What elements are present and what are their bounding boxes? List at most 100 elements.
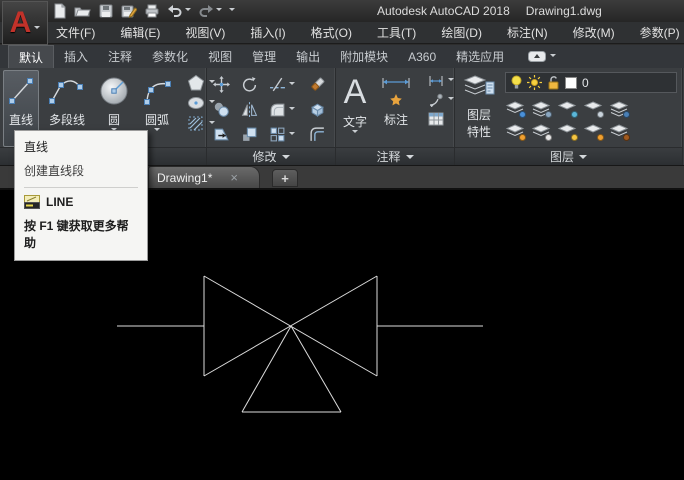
ribbon-tab-manage[interactable]: 管理 (242, 45, 286, 68)
leader-button[interactable] (428, 93, 454, 107)
ribbon-tab-parametric[interactable]: 参数化 (142, 45, 198, 68)
layer-freeze-button[interactable] (557, 101, 577, 117)
save-button[interactable] (98, 2, 114, 20)
menu-item-file[interactable]: 文件(F) (56, 24, 95, 41)
close-tab-icon[interactable]: × (230, 171, 238, 184)
ribbon-minimize-button[interactable] (528, 45, 556, 68)
fillet-dropdown-icon[interactable] (289, 107, 295, 113)
plot-button[interactable] (144, 2, 160, 20)
menu-item-tools[interactable]: 工具(T) (377, 24, 416, 41)
layer-isolate-button[interactable] (531, 101, 551, 117)
explode-button[interactable] (309, 101, 339, 118)
layer-properties-button[interactable]: 图层 特性 (459, 70, 499, 147)
new-tab-button[interactable]: + (272, 169, 298, 187)
menu-item-format[interactable]: 格式(O) (311, 24, 352, 41)
layer-unlock-icon (547, 75, 560, 90)
arc-dropdown-icon[interactable] (154, 128, 160, 134)
erase-button[interactable] (309, 76, 339, 93)
layer-match-button[interactable] (609, 124, 629, 140)
menu-item-edit[interactable]: 编辑(E) (120, 24, 160, 41)
ribbon-tab-a360[interactable]: A360 (398, 45, 446, 68)
layer-select-dropdown[interactable]: 0 (505, 72, 677, 93)
panel-strip-annotation[interactable]: 注释 (336, 147, 454, 165)
dimension-button[interactable]: 标注 (376, 70, 416, 147)
text-button[interactable]: A 文字 (340, 70, 370, 147)
rotate-button[interactable] (241, 76, 269, 93)
line-tooltip: 直线 创建直线段 LINE 按 F1 键获取更多帮助 (14, 130, 148, 261)
ribbon-tab-home[interactable]: 默认 (8, 45, 54, 68)
undo-button[interactable] (167, 2, 191, 20)
array-button[interactable] (269, 126, 309, 143)
layer-properties-icon (462, 74, 496, 106)
modify-panel-label: 修改 (252, 148, 276, 165)
scale-button[interactable] (241, 126, 269, 143)
ribbon-tab-output[interactable]: 输出 (286, 45, 330, 68)
tooltip-title: 直线 (24, 138, 138, 155)
ribbon-minimize-dropdown-icon[interactable] (550, 54, 556, 60)
menu-item-view[interactable]: 视图(V) (185, 24, 225, 41)
panel-strip-layers[interactable]: 图层 (455, 147, 682, 165)
layer-thaw-button[interactable] (557, 124, 577, 140)
linear-dimension-icon (428, 74, 444, 88)
ribbon-tab-insert[interactable]: 插入 (54, 45, 98, 68)
panel-annotation: A 文字 标注 (336, 68, 455, 165)
trim-button[interactable] (269, 76, 309, 93)
quick-access-toolbar (52, 2, 235, 20)
erase-icon (309, 76, 326, 93)
ribbon-tab-featured-apps[interactable]: 精选应用 (446, 45, 514, 68)
menu-bar: 文件(F) 编辑(E) 视图(V) 插入(I) 格式(O) 工具(T) 绘图(D… (0, 22, 684, 44)
open-file-button[interactable] (74, 2, 91, 20)
layer-make-current-button[interactable] (609, 101, 629, 117)
mirror-button[interactable] (241, 101, 269, 118)
menu-item-insert[interactable]: 插入(I) (250, 24, 285, 41)
qat-customize-button[interactable] (229, 2, 235, 20)
ribbon-tab-addins[interactable]: 附加模块 (330, 45, 398, 68)
panel-strip-modify[interactable]: 修改 (207, 147, 335, 165)
file-tab-drawing1[interactable]: Drawing1* × (148, 166, 260, 188)
menu-item-parametric[interactable]: 参数(P) (640, 24, 680, 41)
menu-item-dimension[interactable]: 标注(N) (507, 24, 548, 41)
offset-button[interactable] (309, 126, 339, 143)
array-dropdown-icon[interactable] (289, 132, 295, 138)
app-title: Autodesk AutoCAD 2018 (377, 4, 510, 18)
copy-button[interactable] (213, 101, 241, 118)
printer-icon (144, 3, 160, 19)
trim-dropdown-icon[interactable] (289, 82, 295, 88)
menu-item-draw[interactable]: 绘图(D) (441, 24, 482, 41)
layer-lock-button[interactable] (583, 101, 603, 117)
modify-panel-expand-icon[interactable] (282, 155, 290, 163)
layer-unisolate-button[interactable] (531, 124, 551, 140)
leader-dropdown-icon[interactable] (448, 97, 454, 103)
save-as-icon (121, 3, 137, 19)
tooltip-divider (24, 187, 138, 188)
redo-button[interactable] (198, 2, 222, 20)
annotation-panel-expand-icon[interactable] (406, 155, 414, 163)
redo-dropdown-icon[interactable] (216, 8, 222, 14)
ribbon-tab-view[interactable]: 视图 (198, 45, 242, 68)
tooltip-command: LINE (46, 195, 73, 209)
table-button[interactable] (428, 112, 454, 126)
stretch-button[interactable] (213, 126, 241, 143)
save-as-button[interactable] (121, 2, 137, 20)
layer-on-button[interactable] (505, 124, 525, 140)
text-icon: A (344, 74, 367, 110)
explode-icon (309, 101, 326, 118)
fillet-button[interactable] (269, 101, 309, 118)
linear-dimension-button[interactable] (428, 74, 454, 88)
new-file-button[interactable] (52, 2, 67, 20)
text-dropdown-icon[interactable] (352, 130, 358, 136)
ribbon-tab-annotate[interactable]: 注释 (98, 45, 142, 68)
layers-panel-expand-icon[interactable] (579, 155, 587, 163)
linear-dimension-dropdown-icon[interactable] (448, 78, 454, 84)
menu-item-modify[interactable]: 修改(M) (573, 24, 615, 41)
move-button[interactable] (213, 76, 241, 93)
line-command-icon (24, 195, 40, 209)
layer-unlock-button[interactable] (583, 124, 603, 140)
app-menu-button[interactable]: A (2, 1, 48, 45)
layer-off-button[interactable] (505, 101, 525, 117)
current-layer-name: 0 (582, 76, 589, 90)
undo-dropdown-icon[interactable] (185, 8, 191, 14)
leader-icon (428, 93, 444, 107)
stretch-icon (213, 126, 230, 143)
ellipse-icon (187, 96, 205, 110)
